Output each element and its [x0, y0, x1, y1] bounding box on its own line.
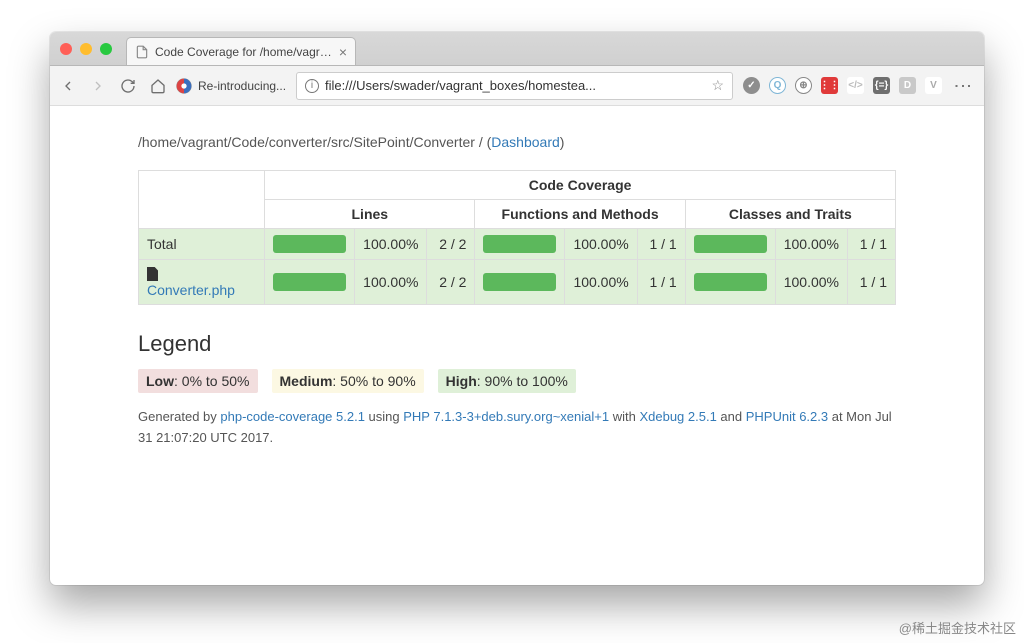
q-icon[interactable]: Q — [769, 77, 786, 94]
legend-heading: Legend — [138, 331, 896, 357]
footer-text: Generated by php-code-coverage 5.2.1 usi… — [138, 407, 896, 449]
extension-icons: ✓ Q ⊕ ⋮⋮ </> {=} DV — [743, 77, 942, 94]
progress-cell — [685, 229, 775, 260]
address-bar[interactable]: i file:///Users/swader/vagrant_boxes/hom… — [296, 72, 733, 100]
legend-medium: Medium: 50% to 90% — [272, 369, 424, 393]
grid-icon[interactable]: ⋮⋮ — [821, 77, 838, 94]
row-name: Total — [139, 229, 265, 260]
row-name: Converter.php — [139, 260, 265, 305]
browser-tab[interactable]: Code Coverage for /home/vagrant/C × — [126, 37, 356, 65]
favicon-icon — [176, 78, 192, 94]
menu-icon[interactable]: ⋮ — [952, 77, 974, 94]
page-icon — [135, 45, 149, 59]
frac-cell: 1 / 1 — [637, 229, 685, 260]
site-info-icon[interactable]: i — [305, 79, 319, 93]
nav-buttons — [60, 78, 166, 94]
pct-cell: 100.00% — [775, 260, 847, 305]
frac-cell: 1 / 1 — [848, 260, 896, 305]
back-icon[interactable] — [60, 78, 76, 94]
file-icon — [147, 267, 158, 281]
browser-window: Code Coverage for /home/vagrant/C × Re-i… — [50, 32, 984, 585]
link-php-code-coverage[interactable]: php-code-coverage 5.2.1 — [220, 409, 365, 424]
frac-cell: 2 / 2 — [427, 260, 475, 305]
table-row: Total100.00%2 / 2100.00%1 / 1100.00%1 / … — [139, 229, 896, 260]
file-link[interactable]: Converter.php — [147, 282, 235, 298]
dashboard-link[interactable]: Dashboard — [491, 134, 560, 150]
v-icon[interactable]: V — [925, 77, 942, 94]
close-window-icon[interactable] — [60, 43, 72, 55]
code-icon[interactable]: </> — [847, 77, 864, 94]
frac-cell: 1 / 1 — [637, 260, 685, 305]
table-title: Code Coverage — [265, 171, 896, 200]
link-xdebug[interactable]: Xdebug 2.5.1 — [639, 409, 716, 424]
progress-cell — [265, 260, 355, 305]
progress-cell — [685, 260, 775, 305]
frac-cell: 1 / 1 — [848, 229, 896, 260]
forward-icon[interactable] — [90, 78, 106, 94]
link-php[interactable]: PHP 7.1.3-3+deb.sury.org~xenial+1 — [403, 409, 609, 424]
maximize-window-icon[interactable] — [100, 43, 112, 55]
pct-cell: 100.00% — [775, 229, 847, 260]
legend-low: Low: 0% to 50% — [138, 369, 258, 393]
window-controls — [60, 32, 112, 65]
coverage-table: Code Coverage LinesFunctions and Methods… — [138, 170, 896, 305]
progress-cell — [265, 229, 355, 260]
minimize-window-icon[interactable] — [80, 43, 92, 55]
check-icon[interactable]: ✓ — [743, 77, 760, 94]
braces-icon[interactable]: {=} — [873, 77, 890, 94]
pct-cell: 100.00% — [565, 229, 637, 260]
bookmark-star-icon[interactable]: ☆ — [711, 77, 724, 94]
bookmark-item[interactable]: Re-introducing... — [176, 78, 286, 94]
watermark: @稀土掘金技术社区 — [899, 618, 1016, 637]
pct-cell: 100.00% — [355, 229, 427, 260]
breadcrumb-path: /home/vagrant/Code/converter/src/SitePoi… — [138, 134, 475, 150]
globe-icon[interactable]: ⊕ — [795, 77, 812, 94]
progress-cell — [475, 229, 565, 260]
d-icon[interactable]: D — [899, 77, 916, 94]
reload-icon[interactable] — [120, 78, 136, 94]
breadcrumb: /home/vagrant/Code/converter/src/SitePoi… — [138, 134, 896, 150]
pct-cell: 100.00% — [355, 260, 427, 305]
legend-high: High: 90% to 100% — [438, 369, 576, 393]
col-group: Lines — [265, 200, 475, 229]
col-blank — [139, 171, 265, 229]
frac-cell: 2 / 2 — [427, 229, 475, 260]
browser-toolbar: Re-introducing... i file:///Users/swader… — [50, 66, 984, 106]
home-icon[interactable] — [150, 78, 166, 94]
col-group: Classes and Traits — [685, 200, 895, 229]
close-tab-icon[interactable]: × — [339, 44, 347, 60]
bookmark-label: Re-introducing... — [198, 79, 286, 93]
url-text: file:///Users/swader/vagrant_boxes/homes… — [325, 78, 705, 93]
link-phpunit[interactable]: PHPUnit 6.2.3 — [746, 409, 828, 424]
progress-cell — [475, 260, 565, 305]
pct-cell: 100.00% — [565, 260, 637, 305]
legend-row: Low: 0% to 50% Medium: 50% to 90% High: … — [138, 369, 896, 393]
col-group: Functions and Methods — [475, 200, 685, 229]
table-row: Converter.php100.00%2 / 2100.00%1 / 1100… — [139, 260, 896, 305]
page-content: /home/vagrant/Code/converter/src/SitePoi… — [50, 106, 984, 449]
tab-strip: Code Coverage for /home/vagrant/C × — [50, 32, 984, 66]
tab-title: Code Coverage for /home/vagrant/C — [155, 45, 333, 59]
